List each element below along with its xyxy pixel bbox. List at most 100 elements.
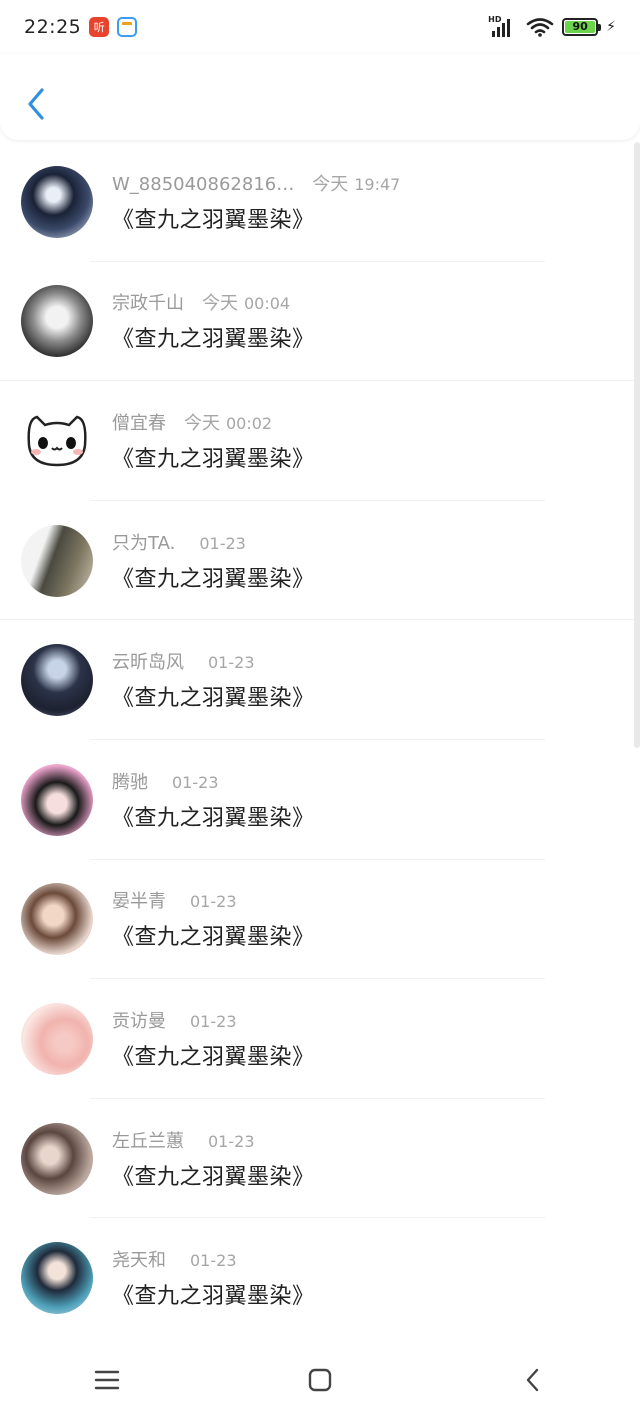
comment-text[interactable]: 《查九之羽翼墨染》 [112, 202, 400, 234]
cell-signal-icon: HD [488, 15, 518, 37]
message-time: 01-23 [193, 533, 246, 554]
message-time: 01-23 [184, 1011, 237, 1032]
back-button[interactable] [18, 82, 54, 126]
item-meta: 左丘兰蕙 01-23 [112, 1127, 315, 1153]
chevron-left-icon [28, 88, 44, 120]
avatar[interactable] [21, 404, 93, 477]
battery-level: 90 [565, 21, 596, 33]
message-time: 01-23 [184, 1250, 237, 1271]
ting-app-icon: 听 [89, 17, 110, 37]
avatar[interactable] [21, 763, 93, 836]
user-name[interactable]: 尧天和 [112, 1246, 166, 1272]
avatar[interactable] [21, 285, 93, 358]
comment-notification-list[interactable]: W_885040862816… 今天 19:47 《查九之羽翼墨染》 宗政千山 今… [0, 142, 640, 1338]
user-name[interactable]: 晏半青 [112, 887, 166, 913]
list-item[interactable]: 贡访曼 01-23 《查九之羽翼墨染》 [0, 979, 640, 1099]
home-button[interactable] [280, 1350, 360, 1410]
item-text: 只为TA. 01-23 《查九之羽翼墨染》 [112, 529, 315, 593]
item-meta: 晏半青 01-23 [112, 887, 315, 913]
avatar[interactable] [21, 1002, 93, 1075]
comment-text[interactable]: 《查九之羽翼墨染》 [112, 1159, 315, 1191]
comment-text[interactable]: 《查九之羽翼墨染》 [112, 680, 315, 712]
message-clock: 01-23 [208, 1131, 255, 1151]
user-name[interactable]: 宗政千山 [112, 289, 184, 315]
user-name[interactable]: 僧宜春 [112, 409, 166, 435]
message-day: 今天 [312, 173, 349, 195]
message-time: 今天 19:47 [312, 170, 400, 196]
list-item[interactable]: 云昕岛风 01-23 《查九之羽翼墨染》 [0, 620, 640, 740]
avatar[interactable] [21, 883, 93, 956]
avatar[interactable] [21, 644, 93, 717]
user-name[interactable]: W_885040862816… [112, 174, 294, 195]
system-back-button[interactable] [493, 1350, 573, 1410]
message-clock: 01-23 [199, 533, 246, 553]
message-time: 01-23 [184, 891, 237, 912]
message-clock: 01-23 [190, 1251, 237, 1271]
menu-icon [94, 1370, 119, 1390]
item-text: 云昕岛风 01-23 《查九之羽翼墨染》 [112, 648, 315, 712]
message-time: 今天 00:04 [202, 289, 290, 315]
item-text: 宗政千山 今天 00:04 《查九之羽翼墨染》 [112, 289, 315, 353]
list-item[interactable]: 僧宜春 今天 00:02 《查九之羽翼墨染》 [0, 381, 640, 501]
item-meta: 只为TA. 01-23 [112, 529, 315, 555]
user-name[interactable]: 只为TA. [112, 529, 175, 555]
status-bar: 22:25 听 HD 90 ⚡ [0, 0, 640, 54]
comment-text[interactable]: 《查九之羽翼墨染》 [112, 1039, 315, 1071]
message-time: 01-23 [202, 652, 255, 673]
message-clock: 01-23 [208, 653, 255, 673]
comment-text[interactable]: 《查九之羽翼墨染》 [112, 321, 315, 353]
item-text: 晏半青 01-23 《查九之羽翼墨染》 [112, 887, 315, 951]
list-item[interactable]: 左丘兰蕙 01-23 《查九之羽翼墨染》 [0, 1099, 640, 1219]
menu-button[interactable] [67, 1350, 147, 1410]
item-meta: 云昕岛风 01-23 [112, 648, 315, 674]
battery-icon: 90 [562, 18, 602, 36]
item-text: 左丘兰蕙 01-23 《查九之羽翼墨染》 [112, 1127, 315, 1191]
status-time: 22:25 [24, 16, 82, 38]
status-right: HD 90 ⚡ [488, 15, 616, 37]
comment-text[interactable]: 《查九之羽翼墨染》 [112, 919, 315, 951]
comment-text[interactable]: 《查九之羽翼墨染》 [112, 1278, 315, 1310]
message-time: 今天 00:02 [184, 409, 272, 435]
user-name[interactable]: 左丘兰蕙 [112, 1127, 184, 1153]
avatar[interactable] [21, 165, 93, 238]
calendar-app-icon [117, 17, 138, 37]
avatar[interactable] [21, 524, 93, 597]
item-text: 尧天和 01-23 《查九之羽翼墨染》 [112, 1246, 315, 1310]
scrollbar[interactable] [634, 142, 640, 748]
item-meta: 腾驰 01-23 [112, 768, 315, 794]
wifi-icon [526, 18, 554, 37]
comment-text[interactable]: 《查九之羽翼墨染》 [112, 561, 315, 593]
message-clock: 01-23 [190, 1011, 237, 1031]
item-text: 腾驰 01-23 《查九之羽翼墨染》 [112, 768, 315, 832]
back-icon [527, 1368, 539, 1392]
user-name[interactable]: 贡访曼 [112, 1007, 166, 1033]
list-item[interactable]: 晏半青 01-23 《查九之羽翼墨染》 [0, 860, 640, 980]
message-clock: 00:02 [226, 413, 273, 433]
item-meta: 尧天和 01-23 [112, 1246, 315, 1272]
list-item[interactable]: 腾驰 01-23 《查九之羽翼墨染》 [0, 740, 640, 860]
message-clock: 00:04 [244, 294, 291, 314]
message-day: 今天 [202, 293, 238, 315]
list-item[interactable]: 宗政千山 今天 00:04 《查九之羽翼墨染》 [0, 262, 640, 382]
item-meta: 宗政千山 今天 00:04 [112, 289, 315, 315]
charging-icon: ⚡ [606, 19, 616, 35]
message-day: 今天 [184, 412, 220, 434]
header [0, 54, 640, 140]
item-text: W_885040862816… 今天 19:47 《查九之羽翼墨染》 [112, 170, 400, 234]
comment-text[interactable]: 《查九之羽翼墨染》 [112, 441, 315, 473]
home-icon [308, 1368, 332, 1392]
user-name[interactable]: 腾驰 [112, 768, 148, 794]
comment-text[interactable]: 《查九之羽翼墨染》 [112, 800, 315, 832]
item-meta: 僧宜春 今天 00:02 [112, 409, 315, 435]
list-item[interactable]: 尧天和 01-23 《查九之羽翼墨染》 [0, 1218, 640, 1338]
avatar[interactable] [21, 1242, 93, 1315]
avatar[interactable] [21, 1122, 93, 1195]
status-left: 22:25 听 [24, 16, 138, 38]
user-name[interactable]: 云昕岛风 [112, 648, 184, 674]
list-item[interactable]: 只为TA. 01-23 《查九之羽翼墨染》 [0, 501, 640, 621]
item-text: 贡访曼 01-23 《查九之羽翼墨染》 [112, 1007, 315, 1071]
cartoon-face-icon [27, 415, 87, 467]
item-meta: W_885040862816… 今天 19:47 [112, 170, 400, 196]
item-meta: 贡访曼 01-23 [112, 1007, 315, 1033]
list-item[interactable]: W_885040862816… 今天 19:47 《查九之羽翼墨染》 [0, 142, 640, 262]
